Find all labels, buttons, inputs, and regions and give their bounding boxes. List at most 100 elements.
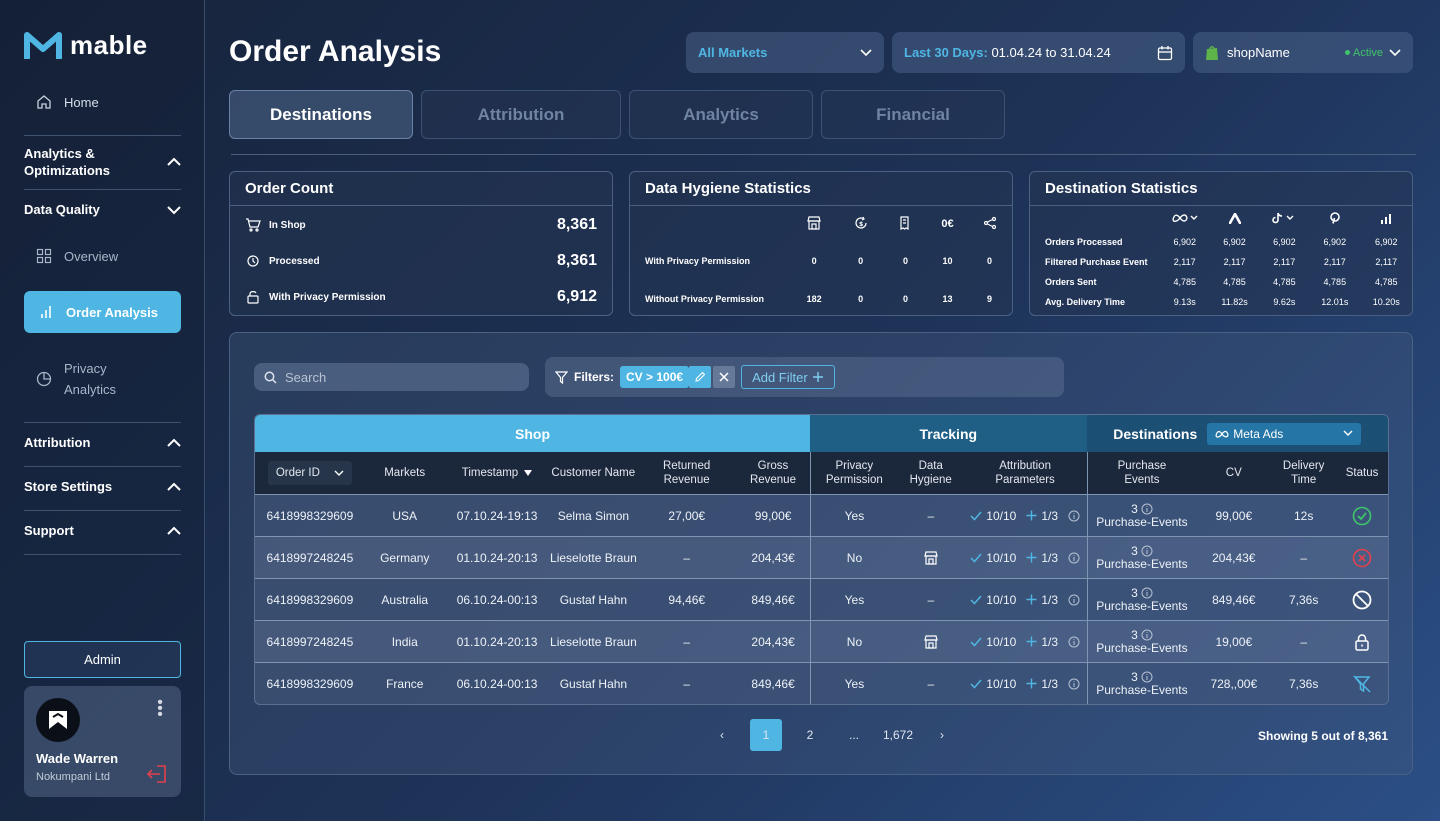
cell: 182	[806, 294, 822, 304]
column-header-delivery[interactable]: Delivery Time	[1271, 452, 1336, 494]
table-group-header: Shop Tracking Destinations Meta Ads	[255, 415, 1388, 452]
info-icon[interactable]	[1141, 629, 1153, 641]
tab-analytics[interactable]: Analytics	[629, 90, 813, 139]
add-filter-button[interactable]: Add Filter	[741, 365, 835, 389]
info-icon[interactable]	[1068, 510, 1080, 522]
info-icon[interactable]	[1068, 552, 1080, 564]
divider	[24, 422, 181, 423]
cell-hygiene: –	[927, 508, 935, 523]
table-row: With Privacy Permission 0 0 0 10 0	[630, 242, 1012, 280]
table-row[interactable]: 6418997248245 India 01.10.24-20:13 Lieselot…	[255, 620, 1388, 662]
status-filtered-icon[interactable]	[1352, 674, 1372, 694]
order-id-sort[interactable]: Order ID	[267, 461, 352, 485]
avatar[interactable]	[36, 698, 80, 742]
status-locked-icon[interactable]	[1352, 632, 1372, 652]
column-header-returned[interactable]: Returned Revenue	[637, 452, 736, 494]
column-header-attribution[interactable]: Attribution Parameters	[964, 452, 1087, 494]
status-error-icon[interactable]	[1352, 548, 1372, 568]
nav-section-store-settings[interactable]: Store Settings	[24, 479, 181, 494]
attribution-extra: 1/3	[1041, 676, 1059, 691]
cell-gross: 204,43€	[751, 634, 795, 649]
nav-section-support[interactable]: Support	[24, 523, 181, 538]
nav-item-privacy-analytics[interactable]: Privacy Analytics	[36, 358, 134, 400]
info-icon[interactable]	[1068, 636, 1080, 648]
column-header-timestamp[interactable]: Timestamp	[445, 452, 550, 494]
column-header-privacy[interactable]: Privacy Permission	[809, 452, 898, 494]
close-icon[interactable]	[713, 366, 736, 388]
status-blocked-icon[interactable]	[1352, 590, 1372, 610]
page-title: Order Analysis	[229, 35, 442, 68]
nav-section-attribution[interactable]: Attribution	[24, 435, 181, 450]
cell: 0	[858, 256, 864, 266]
destination-select[interactable]: Meta Ads	[1207, 422, 1362, 445]
nav-home[interactable]: Home	[36, 94, 99, 110]
cell-cv: 99,00€	[1215, 508, 1253, 523]
check-icon	[970, 637, 982, 647]
column-header-order-id[interactable]: Order ID	[255, 452, 365, 494]
info-icon[interactable]	[1141, 671, 1153, 683]
more-options-icon[interactable]: • • •	[157, 695, 163, 723]
info-icon[interactable]	[1141, 545, 1153, 557]
tiktok-icon[interactable]	[1260, 206, 1309, 232]
column-header-purchase[interactable]: Purchase Events	[1086, 452, 1197, 494]
info-icon[interactable]	[1141, 587, 1153, 599]
cell-privacy: Yes	[810, 663, 898, 704]
cell-order-id: 6418998329609	[266, 676, 354, 691]
column-header-gross[interactable]: Gross Revenue	[736, 452, 810, 494]
divider	[24, 554, 181, 555]
cell-purchase-events: 3 Purchase-Events	[1086, 621, 1197, 662]
info-icon[interactable]	[1068, 594, 1080, 606]
orders-table: Shop Tracking Destinations Meta Ads Orde…	[254, 414, 1389, 705]
search-input[interactable]: Search	[254, 363, 529, 391]
card-title: Order Count	[230, 172, 612, 206]
nav-item-overview[interactable]: Overview	[36, 248, 118, 264]
page-button-2[interactable]: 2	[788, 719, 832, 751]
logout-icon[interactable]	[145, 764, 167, 784]
admin-button[interactable]: Admin	[24, 641, 181, 678]
order-count-row: With Privacy Permission 6,912	[230, 279, 612, 315]
column-header-markets[interactable]: Markets	[365, 452, 445, 494]
info-icon[interactable]	[1068, 678, 1080, 690]
market-select[interactable]: All Markets	[686, 32, 884, 73]
tab-financial[interactable]: Financial	[821, 90, 1005, 139]
prev-page-button[interactable]: ‹	[700, 719, 744, 751]
meta-icon[interactable]	[1160, 206, 1209, 232]
cell-returned: –	[683, 550, 691, 565]
nav-section-analytics[interactable]: Analytics & Optimizations	[24, 145, 181, 179]
table-row[interactable]: 6418998329609 Australia 06.10.24-00:13 Gust…	[255, 578, 1388, 620]
cell: 0	[902, 256, 908, 266]
column-header-customer[interactable]: Customer Name	[549, 452, 637, 494]
column-header-hygiene[interactable]: Data Hygiene	[898, 452, 964, 494]
table-row[interactable]: 6418998329609 USA 07.10.24-19:13 Selma Simo…	[255, 494, 1388, 536]
page-button-last[interactable]: 1,672	[876, 719, 920, 751]
cell-gross: 849,46€	[751, 676, 795, 691]
nav-section-data-quality[interactable]: Data Quality	[24, 202, 181, 217]
destinations-label: Destinations	[1113, 425, 1198, 442]
tab-destinations[interactable]: Destinations	[229, 90, 413, 139]
cell-attribution: 10/10 1/3	[964, 621, 1087, 662]
shop-select[interactable]: shopName Active	[1193, 32, 1413, 73]
store-icon	[924, 634, 938, 649]
filter-chip[interactable]: CV > 100€	[620, 366, 690, 388]
info-icon[interactable]	[1141, 503, 1153, 515]
status-success-icon[interactable]	[1352, 506, 1372, 526]
attribution-extra: 1/3	[1041, 508, 1059, 523]
edit-icon[interactable]	[689, 366, 712, 388]
search-placeholder: Search	[285, 369, 327, 385]
column-header-status[interactable]: Status	[1336, 452, 1388, 494]
date-range-picker[interactable]: Last 30 Days: 01.04.24 to 31.04.24	[892, 32, 1185, 73]
app-name: mable	[70, 30, 148, 60]
cell-status	[1336, 579, 1388, 620]
column-header-cv[interactable]: CV	[1196, 452, 1271, 494]
google-ads-icon	[1209, 206, 1259, 232]
page-button-1[interactable]: 1	[750, 719, 782, 751]
logo[interactable]: mable	[24, 30, 148, 61]
cell-privacy: No	[810, 621, 898, 662]
nav-item-order-analysis[interactable]: Order Analysis	[24, 291, 181, 333]
sidebar: mable Home Analytics & Optimizations Dat…	[0, 0, 205, 821]
table-row[interactable]: 6418998329609 France 06.10.24-00:13 Gustaf …	[255, 662, 1388, 704]
next-page-button[interactable]: ›	[920, 719, 964, 751]
table-row[interactable]: 6418997248245 Germany 01.10.24-20:13 Liesel…	[255, 536, 1388, 578]
column-label: Order ID	[275, 467, 320, 479]
tab-attribution[interactable]: Attribution	[421, 90, 621, 139]
